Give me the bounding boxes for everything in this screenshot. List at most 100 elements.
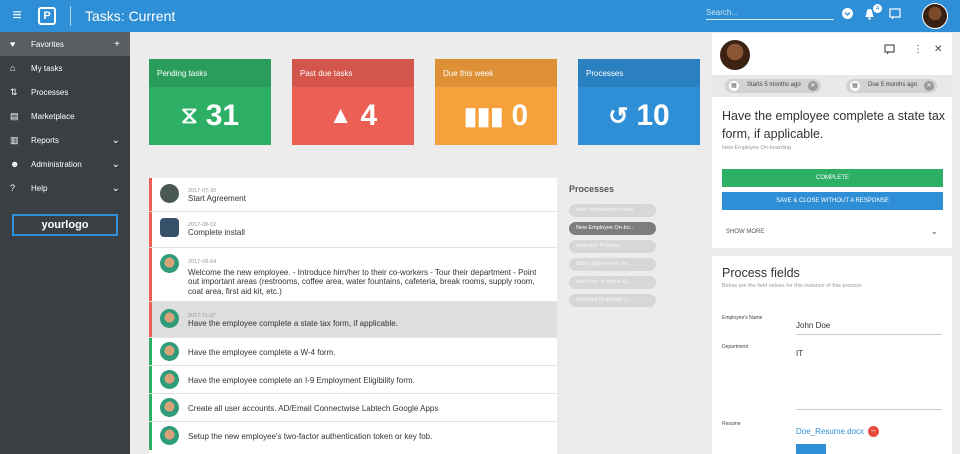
stat-value: 0 (511, 99, 529, 132)
field-value-name[interactable]: John Doe (796, 321, 830, 330)
history-icon: ↺ (608, 102, 629, 130)
more-vert-icon[interactable]: ⋮ (913, 44, 923, 55)
process-chip[interactable]: Add User to Active Di... (569, 276, 656, 289)
assignee-avatar (160, 398, 179, 417)
swap-icon: ⇅ (10, 86, 18, 97)
task-type-icon (160, 184, 179, 203)
stat-card-pending[interactable]: Pending tasks ⧖ 31 (149, 59, 271, 145)
field-underline (796, 409, 942, 410)
sidebar-item-marketplace[interactable]: ▤ Marketplace (0, 104, 130, 128)
task-row[interactable]: 2017-07-30 Start Agreement (149, 178, 557, 212)
task-row[interactable]: Have the employee complete an I-9 Employ… (149, 366, 557, 394)
task-row[interactable]: Create all user accounts. AD/Email Conne… (149, 394, 557, 422)
assignee-avatar (160, 370, 179, 389)
sidebar-item-reports[interactable]: ▥ Reports ⌄ (0, 128, 130, 152)
process-chip[interactable]: Billing Agreement Se... (569, 258, 656, 271)
field-label: Resume (722, 421, 741, 427)
stat-value: 4 (360, 99, 378, 132)
sidebar-item-label: Processes (31, 87, 69, 97)
field-underline (796, 334, 942, 335)
computer-icon (160, 218, 179, 237)
notification-badge: 4 (873, 4, 882, 13)
chevron-down-icon[interactable]: ⌄ (930, 226, 938, 237)
sidebar-item-help[interactable]: ? Help ⌄ (0, 176, 130, 200)
assignee-avatar (160, 342, 179, 361)
assignee-avatar (160, 254, 179, 273)
stat-card-processes[interactable]: Processes ↺ 10 (578, 59, 700, 145)
columns-icon: ▮▮▮ (463, 102, 504, 130)
process-chip[interactable]: New Workstation Install (569, 204, 656, 217)
complete-button[interactable]: COMPLETE (722, 169, 943, 187)
tag-label: Starts 5 months ago (747, 82, 801, 88)
calendar-icon: ▦ (850, 81, 860, 91)
task-text: Have the employee complete an I-9 Employ… (188, 376, 415, 385)
menu-icon[interactable]: ≡ (0, 0, 34, 32)
task-list: 2017-07-30 Start Agreement 2017-08-02 Co… (149, 178, 557, 454)
task-row[interactable]: Setup the new employee's two-factor auth… (149, 422, 557, 450)
stat-card-due-this-week[interactable]: Due this week ▮▮▮ 0 (435, 59, 557, 145)
task-text: Setup the new employee's two-factor auth… (188, 432, 433, 441)
show-more-link[interactable]: SHOW MORE (726, 229, 764, 235)
task-row[interactable]: Have the employee complete a W-4 form. (149, 338, 557, 366)
field-label: Department (722, 344, 749, 350)
chevron-down-icon: ⌄ (111, 134, 120, 146)
processes-heading: Processes (569, 184, 615, 194)
chart-icon: ▥ (10, 134, 19, 145)
sidebar-item-label: Favorites (31, 39, 64, 49)
section-title: Process fields (722, 266, 800, 280)
stat-value: 31 (205, 99, 240, 132)
task-detail-panel: ⋮ ✕ ▦ Starts 5 months ago ✕ ▦ Due 5 mont… (712, 33, 952, 248)
task-text: Create all user accounts. AD/Email Conne… (188, 404, 439, 413)
tag-label: Due 5 months ago (868, 82, 918, 88)
chat-icon[interactable] (889, 8, 901, 23)
sidebar-item-administration[interactable]: ☻ Administration ⌄ (0, 152, 130, 176)
task-row-selected[interactable]: 2017-11-07 Have the employee complete a … (149, 302, 557, 338)
sidebar-item-processes[interactable]: ⇅ Processes (0, 80, 130, 104)
start-date-tag: ▦ Starts 5 months ago ✕ (725, 79, 821, 93)
task-row[interactable]: 2017-08-02 Complete install (149, 212, 557, 248)
sidebar-item-label: Help (31, 183, 48, 193)
process-fields-panel: Process fields Below are the field value… (712, 256, 952, 454)
remove-icon[interactable]: ✕ (807, 81, 818, 91)
help-icon: ? (10, 183, 16, 193)
stat-label: Due this week (435, 59, 557, 87)
assignee-avatar (160, 309, 179, 328)
date-tags: ▦ Starts 5 months ago ✕ ▦ Due 5 months a… (712, 75, 952, 97)
add-icon[interactable]: + (114, 39, 120, 50)
assignee-avatar (160, 426, 179, 445)
sidebar-item-favorites[interactable]: ♥ Favorites + (0, 32, 130, 56)
resume-file-link[interactable]: Doe_Resume.docx (796, 427, 864, 436)
search-input[interactable]: Search... (706, 8, 834, 20)
stat-value: 10 (636, 99, 670, 132)
stat-label: Processes (578, 59, 700, 87)
sidebar-item-label: Administration (31, 159, 82, 169)
stat-card-past-due[interactable]: Past due tasks ▲ 4 (292, 59, 414, 145)
remove-icon[interactable]: ✕ (924, 81, 935, 91)
people-icon: ☻ (10, 159, 20, 169)
close-icon[interactable]: ✕ (934, 44, 942, 55)
divider (70, 6, 71, 26)
upload-button[interactable] (796, 444, 826, 454)
task-text: Have the employee complete a W-4 form. (188, 348, 336, 357)
dropdown-icon[interactable] (842, 8, 853, 22)
store-icon: ▤ (10, 110, 19, 121)
home-icon: ⌂ (10, 63, 16, 73)
process-chip[interactable]: Inclusive (Imported U... (569, 294, 656, 307)
task-row[interactable]: 2017-08-04 Welcome the new employee. - I… (149, 248, 557, 302)
user-avatar[interactable] (922, 3, 948, 29)
sidebar-item-label: Reports (31, 135, 60, 145)
heart-icon: ♥ (10, 39, 16, 49)
page-title: Tasks: Current (85, 8, 176, 24)
sidebar-item-my-tasks[interactable]: ⌂ My tasks (0, 56, 130, 80)
remove-file-icon[interactable]: – (868, 426, 879, 437)
save-close-button[interactable]: SAVE & CLOSE WITHOUT A RESPONSE (722, 192, 943, 210)
process-chip-active[interactable]: New Employee On-bo... (569, 222, 656, 235)
app-logo[interactable]: P (38, 7, 56, 25)
calendar-icon: ▦ (729, 81, 739, 91)
field-value-department[interactable]: IT (796, 349, 803, 358)
top-bar: ≡ P Tasks: Current Search... 4 (0, 0, 960, 32)
assignee-avatar[interactable] (720, 40, 750, 70)
stat-label: Past due tasks (292, 59, 414, 87)
comment-icon[interactable] (884, 44, 895, 58)
process-chip[interactable]: Interview Process (569, 240, 656, 253)
